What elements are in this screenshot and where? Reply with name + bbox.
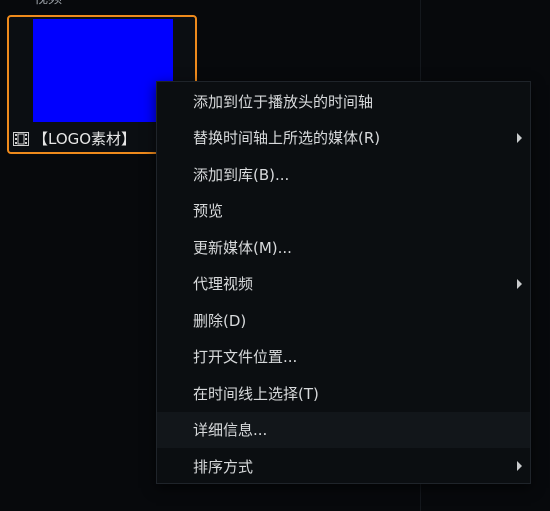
context-menu: 添加到位于播放头的时间轴 替换时间轴上所选的媒体(R) 添加到库(B)... 预… [156, 81, 531, 484]
menu-item-label: 在时间线上选择(T) [193, 384, 319, 403]
menu-item-label: 删除(D) [193, 311, 247, 330]
chevron-right-icon [517, 461, 522, 472]
menu-item-label: 排序方式 [193, 457, 254, 476]
media-bin-panel: 视频 【LOGO素材】 添加到位于播放头的时间轴 [0, 0, 550, 511]
menu-item-select-on-timeline[interactable]: 在时间线上选择(T) [157, 375, 530, 412]
media-thumbnail[interactable] [33, 19, 173, 122]
menu-item-label: 详细信息... [193, 421, 268, 440]
menu-item-open-file-location[interactable]: 打开文件位置... [157, 339, 530, 376]
menu-item-sort-by[interactable]: 排序方式 [157, 448, 530, 485]
media-item-footer: 【LOGO素材】 [13, 127, 136, 149]
menu-item-delete[interactable]: 删除(D) [157, 302, 530, 339]
menu-item-update-media[interactable]: 更新媒体(M)... [157, 229, 530, 266]
menu-item-add-to-library[interactable]: 添加到库(B)... [157, 156, 530, 193]
menu-item-label: 打开文件位置... [193, 348, 298, 367]
chevron-right-icon [517, 278, 522, 289]
menu-item-label: 添加到库(B)... [193, 165, 290, 184]
media-item-label: 【LOGO素材】 [33, 129, 137, 148]
film-icon [13, 131, 29, 146]
menu-item-preview[interactable]: 预览 [157, 193, 530, 230]
menu-item-label: 替换时间轴上所选的媒体(R) [193, 129, 381, 148]
menu-item-details[interactable]: 详细信息... [157, 411, 530, 448]
menu-item-add-to-timeline-at-playhead[interactable]: 添加到位于播放头的时间轴 [157, 83, 530, 120]
menu-item-replace-selected-media[interactable]: 替换时间轴上所选的媒体(R) [157, 120, 530, 157]
menu-item-label: 更新媒体(M)... [193, 238, 292, 257]
menu-item-proxy-video[interactable]: 代理视频 [157, 266, 530, 303]
section-header: 视频 [34, 0, 62, 7]
menu-item-label: 代理视频 [193, 275, 254, 294]
chevron-right-icon [517, 132, 522, 143]
menu-item-label: 预览 [193, 202, 224, 221]
menu-item-label: 添加到位于播放头的时间轴 [193, 92, 374, 111]
